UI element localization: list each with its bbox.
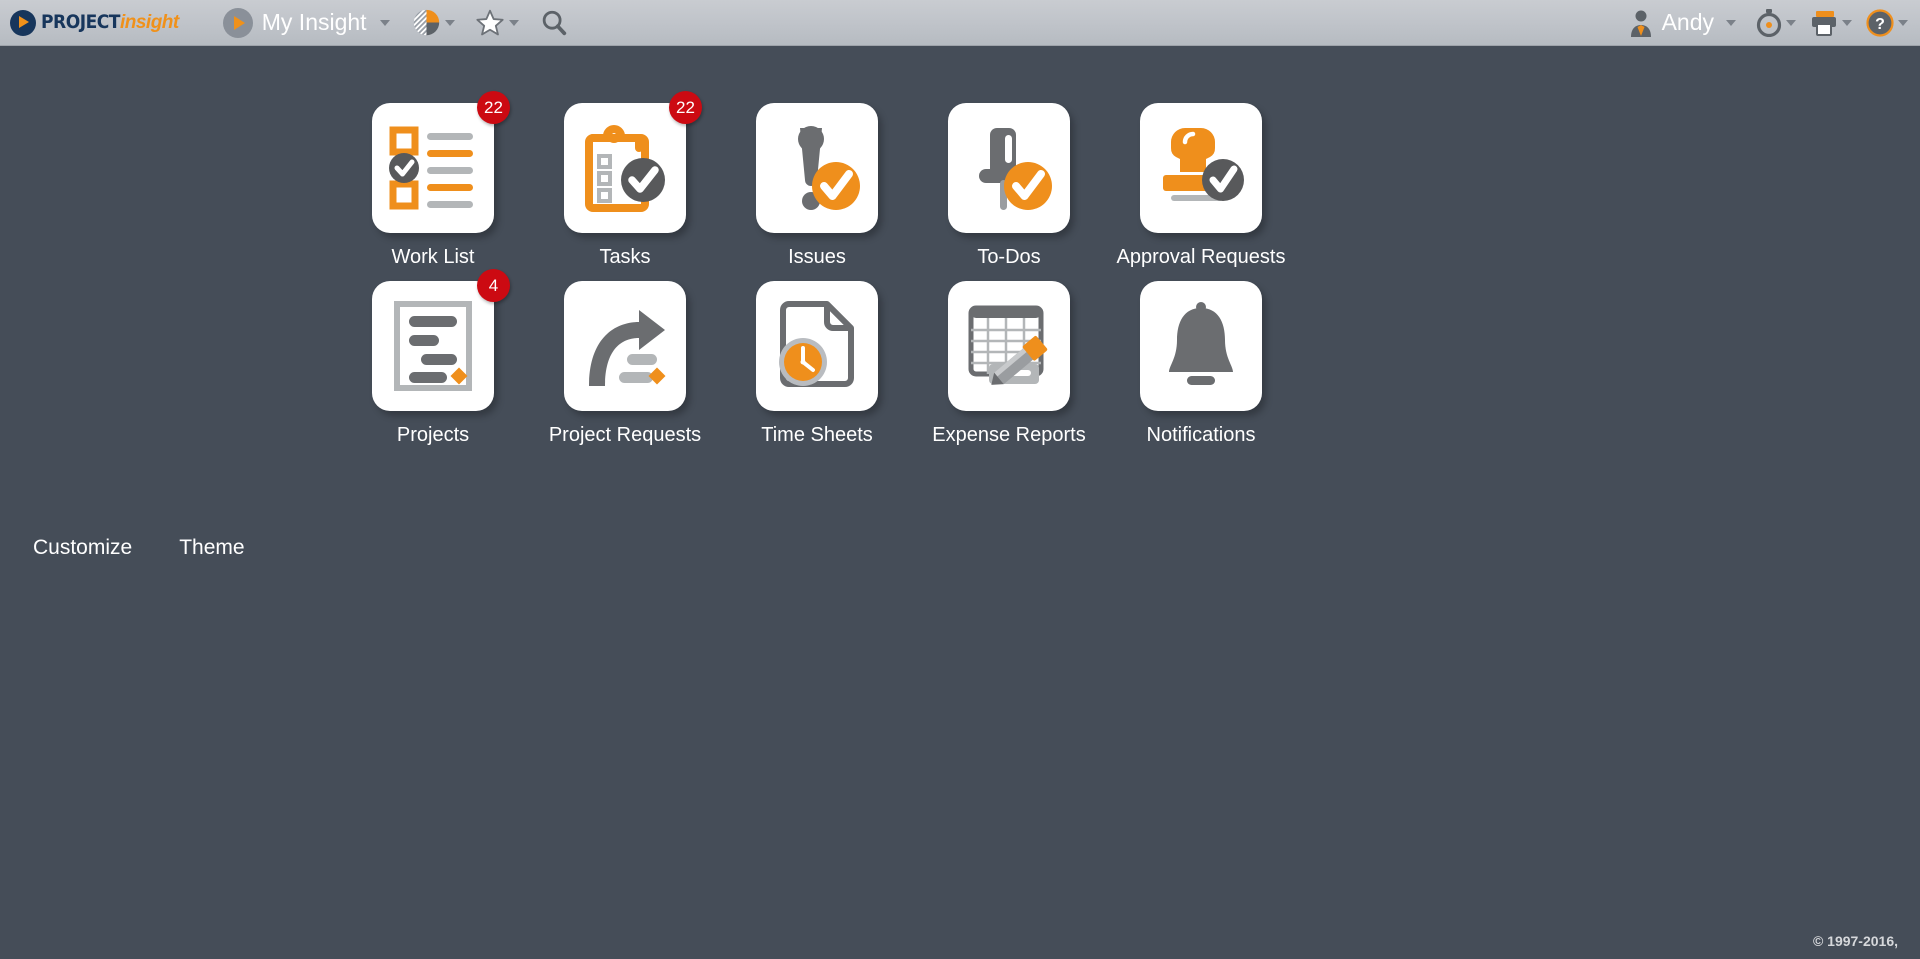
tile-label: Issues bbox=[788, 246, 846, 269]
question-mark-icon: ? bbox=[1866, 9, 1894, 37]
tile-icon-container bbox=[756, 103, 878, 233]
tile-label: Expense Reports bbox=[932, 424, 1085, 447]
nav-search[interactable] bbox=[539, 8, 569, 38]
chevron-down-icon[interactable] bbox=[445, 20, 455, 26]
tile-icon-container bbox=[1140, 281, 1262, 411]
tile-notifications[interactable]: Notifications bbox=[1105, 281, 1297, 459]
chevron-down-icon[interactable] bbox=[380, 20, 390, 26]
magnifier-icon bbox=[539, 8, 569, 38]
chevron-down-icon[interactable] bbox=[1898, 20, 1908, 26]
tile-label: To-Dos bbox=[977, 246, 1040, 269]
printer-icon bbox=[1810, 10, 1838, 36]
tile-work-list[interactable]: 22 Work List bbox=[337, 103, 529, 281]
tile-label: Projects bbox=[397, 424, 469, 447]
logo-text-insight: insight bbox=[120, 12, 179, 33]
tile-approval-requests[interactable]: Approval Requests bbox=[1105, 103, 1297, 281]
tile-label: Notifications bbox=[1147, 424, 1256, 447]
tile-badge: 22 bbox=[669, 91, 702, 124]
app-logo[interactable]: PROJECTinsight bbox=[10, 10, 179, 36]
user-avatar-icon bbox=[1628, 9, 1654, 37]
logo-text-project: PROJECT bbox=[41, 11, 120, 33]
tile-icon-container bbox=[756, 281, 878, 411]
print-menu[interactable] bbox=[1796, 10, 1852, 36]
tile-icon-container bbox=[948, 281, 1070, 411]
user-menu[interactable]: Andy bbox=[1628, 9, 1736, 37]
tile-issues[interactable]: Issues bbox=[721, 103, 913, 281]
timer-menu[interactable] bbox=[1742, 9, 1796, 37]
chevron-down-icon[interactable] bbox=[509, 20, 519, 26]
curved-arrow-icon bbox=[579, 300, 671, 392]
nav-my-insight[interactable]: My Insight bbox=[223, 8, 390, 38]
tile-badge: 4 bbox=[477, 269, 510, 302]
rubber-stamp-check-icon bbox=[1155, 122, 1247, 214]
tile-expense-reports[interactable]: Expense Reports bbox=[913, 281, 1105, 459]
tile-project-requests[interactable]: Project Requests bbox=[529, 281, 721, 459]
tile-icon-container: 22 bbox=[564, 103, 686, 233]
stopwatch-icon bbox=[1756, 9, 1782, 37]
document-clock-icon bbox=[771, 300, 863, 392]
tile-to-dos[interactable]: To-Dos bbox=[913, 103, 1105, 281]
checklist-icon bbox=[387, 122, 479, 214]
tile-label: Approval Requests bbox=[1117, 246, 1286, 269]
exclamation-check-icon bbox=[771, 122, 863, 214]
play-circle-icon bbox=[223, 8, 253, 38]
tile-icon-container: 22 bbox=[372, 103, 494, 233]
tile-icon-container bbox=[564, 281, 686, 411]
top-navigation-bar: PROJECTinsight My Insight bbox=[0, 0, 1920, 46]
tile-label: Work List bbox=[392, 246, 475, 269]
tile-projects[interactable]: 4 Projects bbox=[337, 281, 529, 459]
tile-label: Time Sheets bbox=[761, 424, 873, 447]
help-menu[interactable]: ? bbox=[1852, 9, 1908, 37]
tile-icon-container: 4 bbox=[372, 281, 494, 411]
dashboard-tile-grid: 22 Work List 22 Tasks bbox=[337, 103, 1297, 459]
user-name-label: Andy bbox=[1662, 9, 1714, 36]
footer-link-group: Customize Theme bbox=[33, 536, 245, 560]
pushpin-check-icon bbox=[963, 122, 1055, 214]
tile-tasks[interactable]: 22 Tasks bbox=[529, 103, 721, 281]
clipboard-check-icon bbox=[579, 122, 671, 214]
bell-icon bbox=[1155, 300, 1247, 392]
customize-link[interactable]: Customize bbox=[33, 536, 132, 560]
nav-favorites[interactable] bbox=[475, 8, 519, 37]
star-icon bbox=[475, 8, 505, 37]
topbar-right-group: Andy ? bbox=[1628, 9, 1912, 37]
tile-time-sheets[interactable]: Time Sheets bbox=[721, 281, 913, 459]
play-circle-logo-icon bbox=[10, 10, 36, 36]
document-lines-icon bbox=[387, 300, 479, 392]
theme-link[interactable]: Theme bbox=[179, 536, 244, 560]
chevron-down-icon[interactable] bbox=[1786, 20, 1796, 26]
spreadsheet-pencil-icon bbox=[963, 300, 1055, 392]
tile-icon-container bbox=[1140, 103, 1262, 233]
chevron-down-icon[interactable] bbox=[1842, 20, 1852, 26]
logo-text: PROJECTinsight bbox=[41, 13, 179, 32]
pie-chart-icon bbox=[412, 8, 441, 37]
nav-reports[interactable] bbox=[412, 8, 455, 37]
tile-label: Project Requests bbox=[549, 424, 701, 447]
chevron-down-icon[interactable] bbox=[1726, 20, 1736, 26]
copyright-text: © 1997-2016, bbox=[1813, 933, 1898, 949]
tile-icon-container bbox=[948, 103, 1070, 233]
svg-text:?: ? bbox=[1875, 16, 1885, 33]
tile-label: Tasks bbox=[599, 246, 650, 269]
tile-badge: 22 bbox=[477, 91, 510, 124]
nav-my-insight-label: My Insight bbox=[262, 9, 367, 36]
